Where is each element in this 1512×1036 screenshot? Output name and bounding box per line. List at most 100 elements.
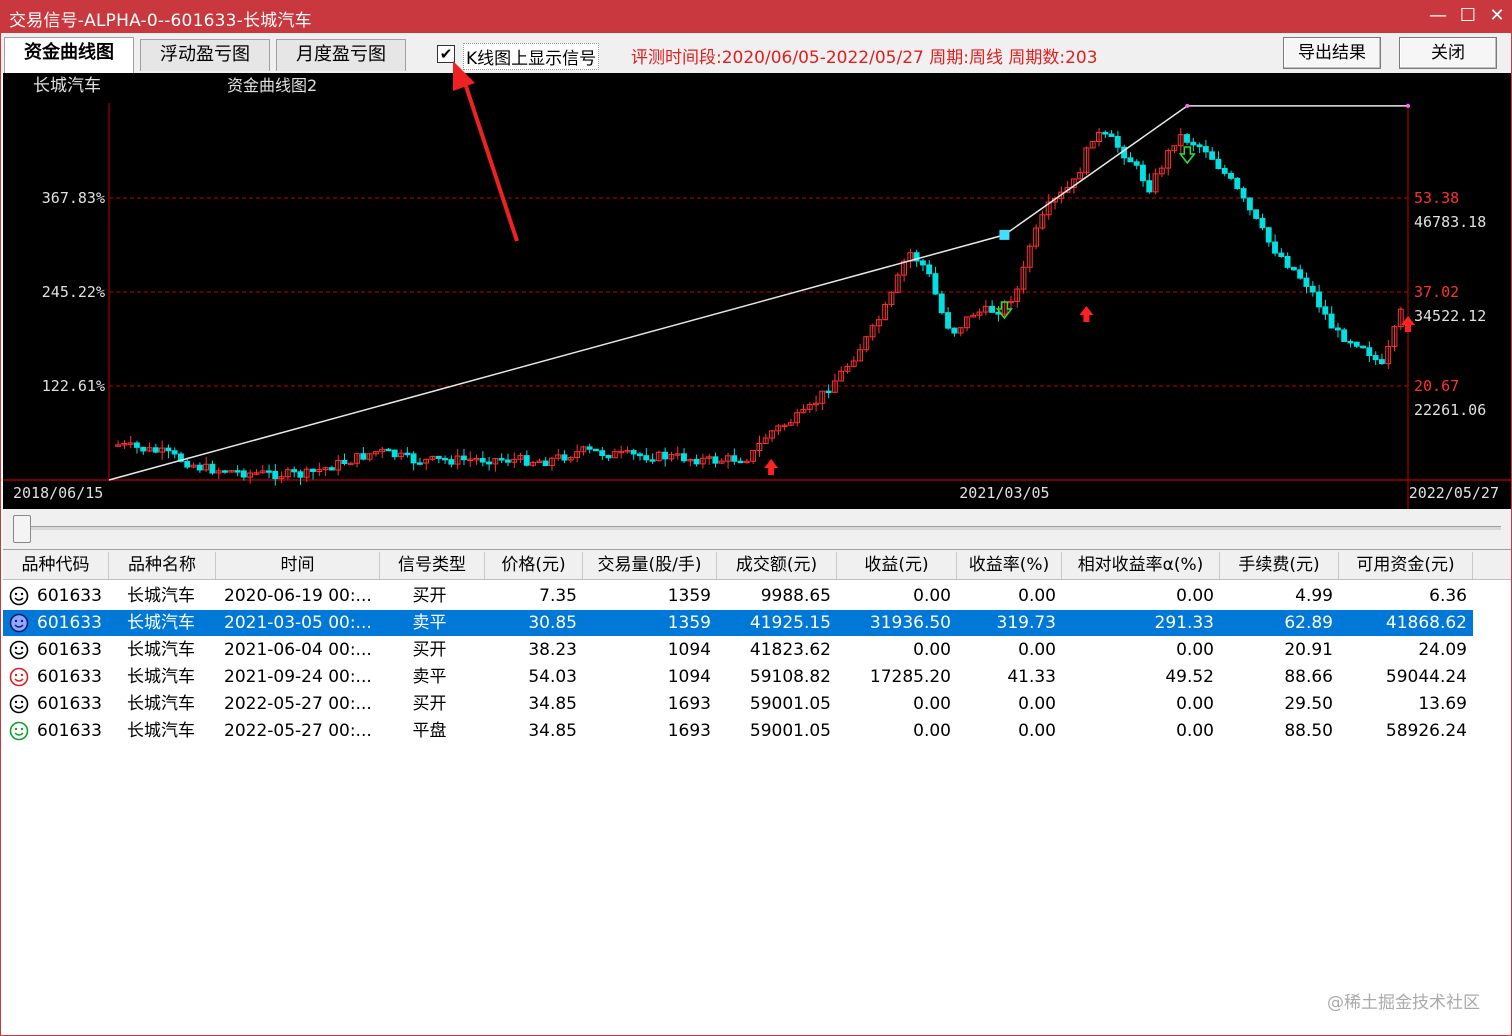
column-header-signal[interactable]: 信号类型 (380, 552, 485, 579)
candle (681, 453, 687, 462)
x-tick-label: 2021/03/05 (959, 484, 1049, 502)
column-header-cash[interactable]: 可用资金(元) (1339, 552, 1473, 579)
cell-volume: 1094 (667, 667, 711, 687)
table-row[interactable]: 601633 长城汽车 2021-09-24 00:... 卖平 54.03 1094 59… (3, 664, 1473, 690)
candle (636, 453, 643, 457)
slider-thumb[interactable] (13, 515, 31, 543)
right-capital-tick-label: 46783.18 (1414, 213, 1486, 231)
candle (1309, 285, 1316, 293)
candle (291, 469, 298, 473)
candle (1184, 134, 1190, 143)
show-signals-label[interactable]: K线图上显示信号 (463, 43, 600, 70)
table-row[interactable]: 601633 长城汽车 2022-05-27 00:... 买开 34.85 1693 59… (3, 691, 1473, 717)
equity-marker (1185, 103, 1190, 108)
candle (1253, 209, 1260, 219)
column-header-code[interactable]: 品种代码 (3, 552, 109, 579)
candle (932, 273, 939, 295)
cell-cash: 59044.24 (1385, 667, 1467, 687)
cell-alpha: 0.00 (1176, 640, 1214, 660)
column-header-rate[interactable]: 收益率(%) (957, 552, 1062, 579)
cell-name: 长城汽车 (127, 640, 195, 660)
candle (1146, 180, 1153, 193)
maximize-button[interactable]: ☐ (1453, 1, 1483, 33)
candle (1341, 329, 1348, 342)
table-row[interactable]: 601633 长城汽车 2021-03-05 00:... 卖平 30.85 1359 41… (3, 610, 1473, 636)
column-header-price[interactable]: 价格(元) (485, 552, 583, 579)
cell-name: 长城汽车 (127, 667, 195, 687)
candle (919, 260, 926, 266)
tab-floating-pnl[interactable]: 浮动盈亏图 (140, 39, 270, 71)
export-results-button[interactable]: 导出结果 (1283, 37, 1381, 69)
column-header-time[interactable]: 时间 (216, 552, 380, 579)
candle (926, 264, 933, 275)
cell-price: 34.85 (528, 721, 577, 741)
candle (234, 470, 241, 473)
buy-signal-icon (764, 459, 779, 475)
column-header-fee[interactable]: 手续费(元) (1220, 552, 1339, 579)
title-bar: 交易信号-ALPHA-0--601633-长城汽车 — ☐ ✕ (1, 1, 1511, 33)
cell-amount: 41925.15 (749, 613, 831, 633)
candle (1133, 161, 1140, 166)
x-tick-label: 2018/06/15 (13, 484, 103, 502)
candle (737, 460, 744, 464)
candle (693, 458, 700, 465)
candle (1334, 327, 1341, 331)
smiley-face-icon (9, 694, 29, 714)
candle (442, 457, 448, 461)
candle (825, 390, 832, 394)
cell-cash: 58926.24 (1385, 721, 1467, 741)
candle (561, 454, 568, 461)
column-header-volume[interactable]: 交易量(股/手) (583, 552, 717, 579)
candle (1108, 133, 1115, 137)
slider-track[interactable] (17, 526, 1501, 530)
close-window-button[interactable]: ✕ (1482, 1, 1512, 33)
tab-monthly-pnl[interactable]: 月度盈亏图 (276, 39, 406, 71)
column-header-amount[interactable]: 成交额(元) (717, 552, 837, 579)
cell-rate: 41.33 (1007, 667, 1056, 687)
table-row[interactable]: 601633 长城汽车 2020-06-19 00:... 买开 7.35 1359 998… (3, 583, 1473, 609)
cell-rate: 0.00 (1018, 586, 1056, 606)
column-header-alpha[interactable]: 相对收益率α(%) (1062, 552, 1220, 579)
column-header-name[interactable]: 品种名称 (109, 552, 216, 579)
candle (1322, 306, 1329, 315)
candle (460, 455, 467, 461)
minimize-button[interactable]: — (1423, 1, 1453, 33)
smiley-face-icon (9, 586, 29, 606)
chart-title: 长城汽车 (33, 76, 101, 96)
cell-time: 2022-05-27 00:... (224, 694, 372, 714)
cell-amount: 41823.62 (749, 640, 831, 660)
candle (1102, 131, 1109, 135)
candle (341, 460, 348, 465)
candle (649, 459, 656, 462)
column-header-profit[interactable]: 收益(元) (837, 552, 957, 579)
chart-subtitle: 资金曲线图2 (227, 76, 317, 95)
right-capital-tick-label: 22261.06 (1414, 401, 1486, 419)
cell-rate: 0.00 (1018, 694, 1056, 714)
show-signals-checkbox[interactable]: ✔ (437, 45, 455, 63)
candle (448, 459, 455, 465)
candle (662, 451, 669, 460)
candle (165, 447, 172, 452)
cell-cash: 13.69 (1418, 694, 1467, 714)
candle (1360, 345, 1366, 349)
cell-profit: 0.00 (913, 721, 951, 741)
evaluation-info: 评测时间段:2020/06/05-2022/05/27 周期:周线 周期数:20… (631, 48, 1098, 68)
candle (1353, 341, 1360, 347)
candle (938, 293, 945, 314)
table-row[interactable]: 601633 长城汽车 2022-05-27 00:... 平盘 34.85 1693 59… (3, 718, 1473, 744)
cell-name: 长城汽车 (127, 586, 195, 606)
cell-alpha: 0.00 (1176, 721, 1214, 741)
cell-code: 601633 (37, 667, 102, 687)
candle (435, 455, 442, 459)
cell-alpha: 0.00 (1176, 586, 1214, 606)
candle (410, 453, 417, 464)
table-row[interactable]: 601633 长城汽车 2021-06-04 00:... 买开 38.23 1094 41… (3, 637, 1473, 663)
cell-price: 7.35 (539, 586, 577, 606)
cell-price: 38.23 (528, 640, 577, 660)
tab-equity-curve[interactable]: 资金曲线图 (4, 37, 134, 73)
candle (140, 446, 147, 452)
candle (1278, 252, 1285, 257)
equity-chart: 122.61% 20.67 22261.06 245.22% 37.02 34522.12… (3, 73, 1511, 509)
candle (1290, 266, 1297, 271)
close-button[interactable]: 关闭 (1399, 37, 1497, 69)
